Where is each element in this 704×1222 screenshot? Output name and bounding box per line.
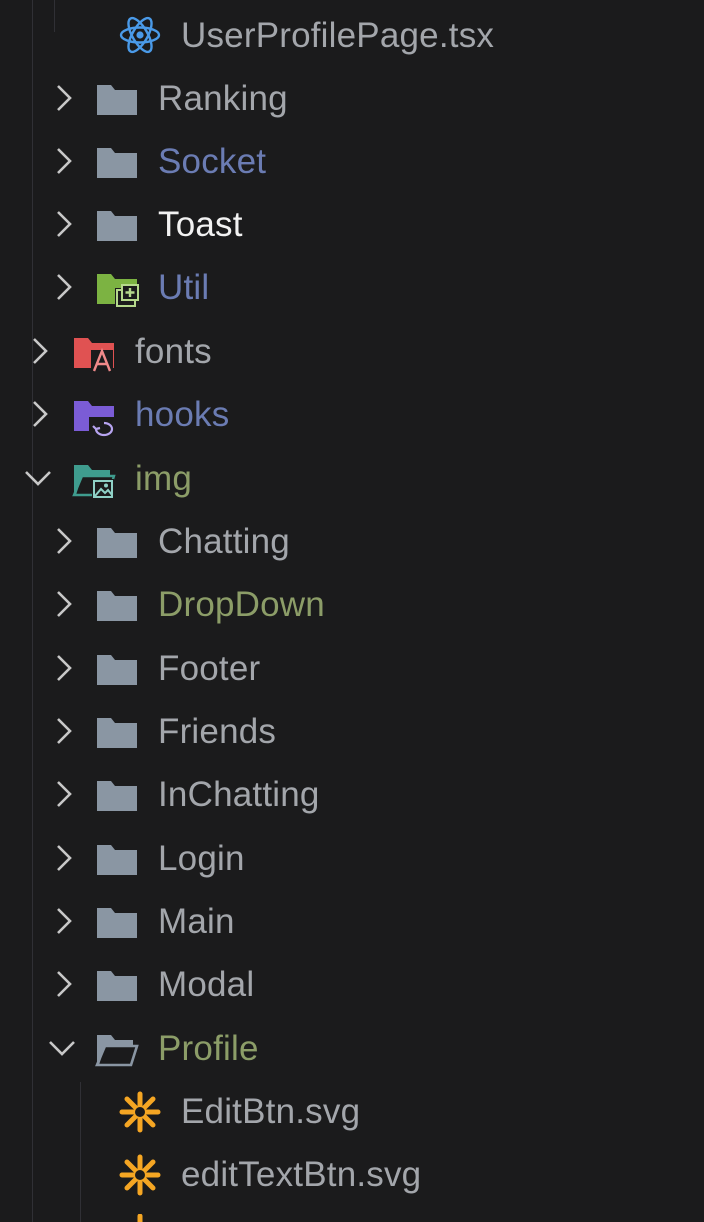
svg-file-icon (119, 1091, 161, 1133)
chevron-right-icon[interactable] (24, 398, 56, 430)
folder-label: Login (158, 839, 245, 878)
folder-hooks-icon (74, 401, 115, 437)
chevron-right-icon[interactable] (48, 778, 80, 810)
file-explorer-tree: UserProfilePage.tsx Ranking Socket Toast… (0, 0, 704, 1222)
folder-icon (97, 655, 137, 685)
folder-item-login[interactable]: Login (0, 827, 704, 890)
folder-label: Footer (158, 649, 261, 688)
folder-icon (97, 845, 137, 875)
folder-images-open-icon (72, 465, 116, 499)
folder-font-icon (74, 338, 114, 372)
folder-label: Friends (158, 712, 277, 751)
chevron-right-icon[interactable] (48, 905, 80, 937)
file-label: editTextBtn.svg (181, 1155, 422, 1194)
file-label: UserProfilePage.tsx (181, 16, 495, 55)
folder-icon (97, 971, 137, 1001)
folder-icon (97, 528, 137, 558)
folder-item-toast[interactable]: Toast (0, 193, 704, 256)
chevron-down-icon[interactable] (22, 462, 54, 494)
folder-label: Modal (158, 965, 255, 1004)
folder-item-img[interactable]: img (0, 447, 704, 510)
folder-item-footer[interactable]: Footer (0, 637, 704, 700)
chevron-right-icon[interactable] (48, 525, 80, 557)
folder-item-chatting[interactable]: Chatting (0, 510, 704, 573)
folder-icon (97, 211, 137, 241)
folder-label: InChatting (158, 775, 320, 814)
folder-item-main[interactable]: Main (0, 890, 704, 953)
folder-label: img (135, 459, 192, 498)
folder-item-ranking[interactable]: Ranking (0, 67, 704, 130)
folder-label: Main (158, 902, 235, 941)
file-item-edittextbtn[interactable]: editTextBtn.svg (0, 1143, 704, 1206)
file-label: EditBtn.svg (181, 1092, 361, 1131)
svg-file-icon (137, 1214, 143, 1222)
folder-label: fonts (135, 332, 212, 371)
folder-label: Chatting (158, 522, 290, 561)
file-item-userprofilepage[interactable]: UserProfilePage.tsx (0, 4, 704, 67)
folder-item-hooks[interactable]: hooks (0, 383, 704, 446)
folder-icon (97, 85, 137, 115)
chevron-right-icon[interactable] (48, 271, 80, 303)
folder-item-profile[interactable]: Profile (0, 1017, 704, 1080)
folder-label: Ranking (158, 79, 288, 118)
folder-icon (97, 908, 137, 938)
folder-icon (97, 781, 137, 811)
folder-icon (97, 718, 137, 748)
folder-icon (97, 591, 137, 621)
folder-item-friends[interactable]: Friends (0, 700, 704, 763)
chevron-right-icon[interactable] (48, 715, 80, 747)
chevron-right-icon[interactable] (48, 842, 80, 874)
folder-item-inchatting[interactable]: InChatting (0, 763, 704, 826)
folder-util-icon (97, 274, 139, 308)
svg-file-icon (119, 1154, 161, 1196)
folder-label: hooks (135, 395, 230, 434)
folder-item-modal[interactable]: Modal (0, 953, 704, 1016)
chevron-right-icon[interactable] (48, 82, 80, 114)
folder-icon (97, 148, 137, 178)
chevron-right-icon[interactable] (48, 588, 80, 620)
react-icon (119, 16, 161, 54)
chevron-right-icon[interactable] (24, 335, 56, 367)
folder-item-util[interactable]: Util (0, 256, 704, 319)
folder-label: Profile (158, 1029, 259, 1068)
folder-label: Socket (158, 142, 267, 181)
chevron-right-icon[interactable] (48, 145, 80, 177)
file-item-editbtn[interactable]: EditBtn.svg (0, 1080, 704, 1143)
folder-item-socket[interactable]: Socket (0, 130, 704, 193)
folder-label: Util (158, 268, 210, 307)
folder-open-icon (95, 1035, 139, 1067)
chevron-down-icon[interactable] (46, 1032, 78, 1064)
chevron-right-icon[interactable] (48, 208, 80, 240)
chevron-right-icon[interactable] (48, 652, 80, 684)
chevron-right-icon[interactable] (48, 968, 80, 1000)
folder-label: DropDown (158, 585, 325, 624)
folder-item-dropdown[interactable]: DropDown (0, 573, 704, 636)
folder-item-fonts[interactable]: fonts (0, 320, 704, 383)
folder-label: Toast (158, 205, 243, 244)
